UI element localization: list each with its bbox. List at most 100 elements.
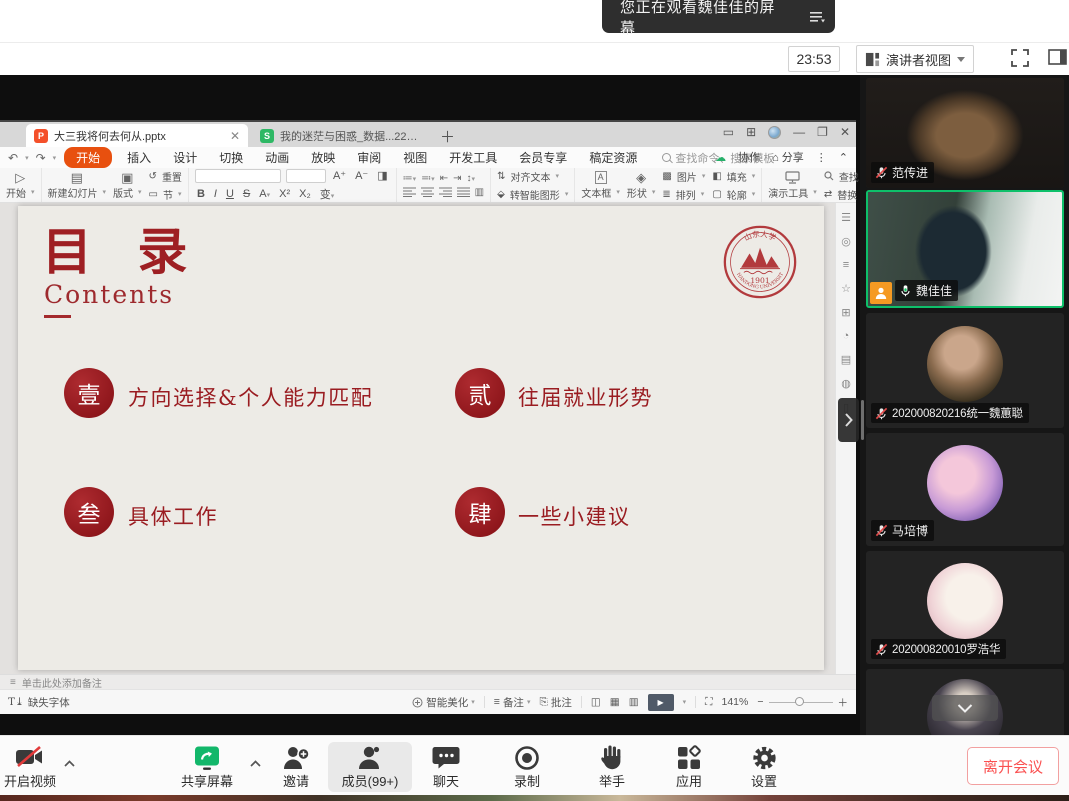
side-toolbar-icon[interactable]: ≡ <box>843 259 849 271</box>
font-name-select[interactable] <box>195 169 281 183</box>
undo-icon[interactable]: ↶ <box>8 151 18 165</box>
reading-view-icon[interactable]: ▥ <box>629 696 639 708</box>
font-size-select[interactable] <box>286 169 326 183</box>
distribute-button[interactable]: ▥ <box>475 187 484 198</box>
arrange-button[interactable]: ≣排列▾ <box>662 187 705 202</box>
align-text-button[interactable]: ⇅对齐文本▾ <box>497 169 568 184</box>
sidebar-collapse-handle[interactable] <box>838 398 859 442</box>
menu-home[interactable]: 开始 <box>64 147 112 168</box>
start-video-button[interactable]: 开启视频 <box>2 742 58 792</box>
cloud-sync-icon[interactable]: ☁ <box>715 151 726 164</box>
banner-menu-icon[interactable] <box>802 0 835 33</box>
side-toolbar-icon[interactable]: ▤ <box>841 353 851 366</box>
zoom-percentage[interactable]: 141% <box>722 696 749 708</box>
side-toolbar-icon[interactable]: ◔ <box>843 330 850 342</box>
menu-resources[interactable]: 稿定资源 <box>578 149 648 166</box>
raise-hand-button[interactable]: 举手 <box>585 742 639 792</box>
zoom-slider[interactable]: − ＋ <box>757 695 848 710</box>
restore-button[interactable]: ❐ <box>817 125 828 139</box>
play-options-dropdown[interactable]: ▾ <box>683 698 687 706</box>
menu-insert[interactable]: 插入 <box>116 149 162 166</box>
slide-sorter-icon[interactable]: ▦ <box>610 696 620 708</box>
align-left-button[interactable] <box>403 187 416 197</box>
active-speaker-tile[interactable]: 魏佳佳 <box>866 190 1064 308</box>
participant-tile-partial[interactable] <box>866 669 1064 735</box>
undo-dropdown[interactable]: ▾ <box>25 154 29 162</box>
section-button[interactable]: ▭节▾ <box>149 187 182 202</box>
share-button[interactable]: ⌂ 分享 <box>772 149 804 165</box>
wps-tab-spreadsheet[interactable]: S 我的迷茫与困惑_数据...2211101842 <box>252 124 430 147</box>
superscript-button[interactable]: X² <box>277 188 292 200</box>
smart-graphic-button[interactable]: ⬙转智能图形▾ <box>497 187 568 202</box>
normal-view-icon[interactable]: ◫ <box>591 696 601 708</box>
align-right-button[interactable] <box>439 187 452 197</box>
invite-button[interactable]: 邀请 <box>270 742 322 792</box>
chat-button[interactable]: 聊天 <box>420 742 472 792</box>
zoom-knob[interactable] <box>795 697 804 706</box>
missing-font-warning[interactable]: T⤓ 缺失字体 <box>0 695 70 710</box>
globe-icon[interactable] <box>768 126 781 139</box>
smart-beautify-button[interactable]: 智能美化▾ <box>412 695 475 710</box>
participant-tile[interactable]: 202000820010罗浩华 <box>866 551 1064 664</box>
line-spacing-button[interactable]: ↕▾ <box>466 173 475 184</box>
play-from-start-button[interactable]: ▷ 开始▾ <box>6 171 35 200</box>
record-button[interactable]: 录制 <box>500 742 554 792</box>
sidebar-scrollbar[interactable] <box>861 400 864 440</box>
slideshow-play-button[interactable]: ▶ <box>648 694 674 711</box>
side-toolbar-icon[interactable]: ☆ <box>841 282 851 295</box>
collapse-ribbon-icon[interactable]: ⌃ <box>839 151 848 164</box>
present-tools-button[interactable]: 演示工具▾ <box>768 171 817 200</box>
menu-transition[interactable]: 切换 <box>208 149 254 166</box>
justify-button[interactable] <box>457 187 470 197</box>
participant-tile[interactable]: 202000820216统一魏蕙聪 <box>866 313 1064 428</box>
outline-button[interactable]: ▢轮廓▾ <box>712 187 755 202</box>
layout-button[interactable]: ▣ 版式▾ <box>113 171 142 200</box>
zoom-out-button[interactable]: − <box>757 696 763 708</box>
clear-format-button[interactable]: ◨ <box>375 169 389 182</box>
increase-indent-button[interactable]: ⇥ <box>453 173 461 184</box>
more-options-icon[interactable]: ⋮ <box>816 151 827 164</box>
textbox-button[interactable]: A 文本框▾ <box>581 171 620 200</box>
leave-meeting-button[interactable]: 离开会议 <box>967 747 1059 785</box>
menu-view[interactable]: 视图 <box>392 149 438 166</box>
decrease-indent-button[interactable]: ⇤ <box>440 173 448 184</box>
redo-icon[interactable]: ↷ <box>36 151 46 165</box>
workspace-grid-icon[interactable]: ⊞ <box>746 125 756 139</box>
shapes-button[interactable]: ◈ 形状▾ <box>627 171 656 200</box>
settings-button[interactable]: 设置 <box>737 742 791 792</box>
text-effect-button[interactable]: 变▾ <box>318 186 337 202</box>
italic-button[interactable]: I <box>212 188 219 200</box>
fill-button[interactable]: ◧填充▾ <box>712 169 755 184</box>
collaborate-button[interactable]: 协作 <box>738 149 760 165</box>
menu-animation[interactable]: 动画 <box>254 149 300 166</box>
fullscreen-button[interactable] <box>1010 48 1030 68</box>
numbering-button[interactable]: ≕▾ <box>421 173 435 184</box>
zoom-in-button[interactable]: ＋ <box>838 695 849 710</box>
side-toolbar-icon[interactable]: ◎ <box>841 235 851 248</box>
panel-toggle-button[interactable] <box>1048 48 1068 66</box>
video-options-chevron[interactable] <box>60 756 78 770</box>
close-tab-icon[interactable]: ✕ <box>230 129 240 143</box>
share-screen-button[interactable]: 共享屏幕 <box>172 742 242 792</box>
side-toolbar-icon[interactable]: ⊞ <box>841 306 850 319</box>
participant-tile[interactable]: 范传进 <box>866 78 1064 188</box>
bold-button[interactable]: B <box>195 188 207 200</box>
minimize-button[interactable]: — <box>793 125 805 139</box>
close-window-button[interactable]: ✕ <box>840 125 850 139</box>
notes-toggle-button[interactable]: ≡备注▾ <box>494 695 531 710</box>
picture-button[interactable]: ▩图片▾ <box>662 169 705 184</box>
side-toolbar-icon[interactable]: ◍ <box>841 377 851 390</box>
strikethrough-button[interactable]: S <box>241 188 252 200</box>
participant-tile[interactable]: 马培博 <box>866 433 1064 546</box>
menu-design[interactable]: 设计 <box>162 149 208 166</box>
reset-button[interactable]: ↺重置 <box>149 169 182 184</box>
align-center-button[interactable] <box>421 187 434 197</box>
font-color-button[interactable]: A▾ <box>257 188 272 200</box>
subscript-button[interactable]: X₂ <box>297 188 313 200</box>
comments-button[interactable]: ⎘批注 <box>539 695 571 710</box>
new-slide-button[interactable]: ▤ 新建幻灯片▾ <box>48 171 107 200</box>
menu-slideshow[interactable]: 放映 <box>300 149 346 166</box>
view-mode-dropdown[interactable]: 演讲者视图 <box>856 45 974 73</box>
shrink-font-button[interactable]: A⁻ <box>353 169 370 182</box>
apps-button[interactable]: 应用 <box>662 742 716 792</box>
